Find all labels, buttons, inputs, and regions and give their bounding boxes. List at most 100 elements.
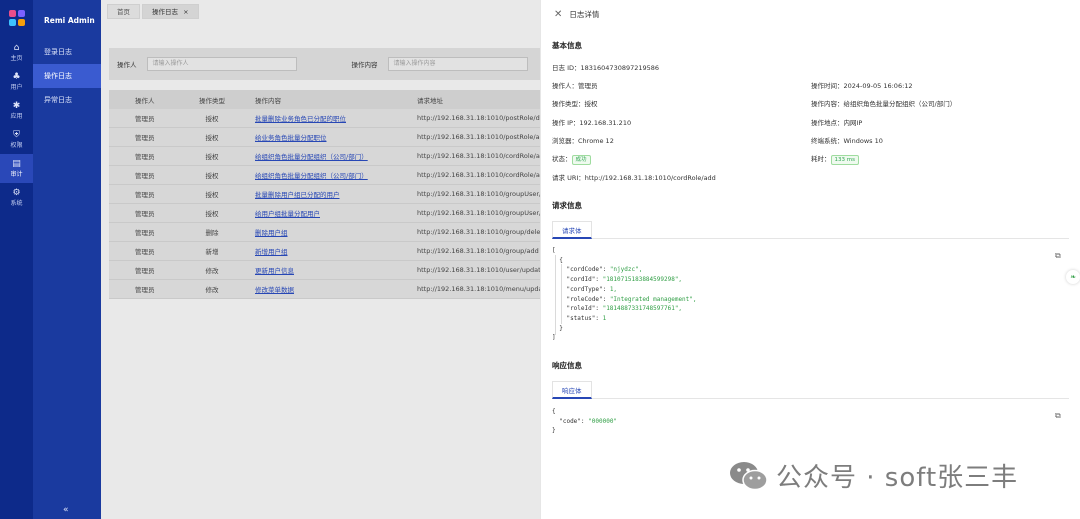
- content-link[interactable]: 修改菜单数据: [255, 286, 294, 294]
- close-icon[interactable]: ✕: [554, 9, 562, 20]
- cell-type: 授权: [205, 172, 219, 180]
- basic-info-title: 基本信息: [552, 41, 582, 50]
- collapse-menu-icon[interactable]: «: [63, 505, 69, 515]
- log-detail-drawer: ✕ 日志详情 基本信息 日志 ID：1831604730897219586 操作…: [540, 0, 1080, 519]
- json-value: "000000": [588, 417, 618, 425]
- cell-type: 修改: [205, 267, 219, 275]
- browser-field: 浏览器：Chrome 12: [552, 137, 614, 145]
- content-link[interactable]: 批量删除业务角色已分配的职位: [255, 115, 346, 123]
- status-field: 状态： 成功: [552, 153, 591, 165]
- shield-icon: ⛨: [13, 130, 20, 140]
- logo-tile: [8, 19, 16, 26]
- json-token: ]: [552, 334, 556, 342]
- cell-operator: 管理员: [135, 134, 155, 142]
- rail-item-system[interactable]: ⚙ 系统: [0, 183, 33, 212]
- cell-operator: 管理员: [135, 229, 155, 237]
- content-link[interactable]: 给组织角色批量分配组织（公司/部门）: [255, 153, 368, 161]
- header-content: 操作内容: [255, 96, 281, 105]
- sub-menu: Remi Admin 登录日志 操作日志 异常日志 «: [33, 0, 101, 519]
- content-link[interactable]: 给业务角色批量分配职位: [255, 134, 327, 142]
- rail-item-label: 应用: [10, 113, 23, 120]
- tab-request-body[interactable]: 请求体: [552, 221, 592, 239]
- watermark-text: 公众号 · soft张三丰: [776, 463, 1019, 493]
- content-link[interactable]: 批量删除用户组已分配的用户: [255, 191, 340, 199]
- audit-icon: ▤: [12, 159, 21, 169]
- content-link[interactable]: 更新用户信息: [255, 267, 294, 275]
- drawer-header: ✕ 日志详情: [541, 0, 1080, 28]
- cell-content: 批量删除用户组已分配的用户: [235, 189, 417, 199]
- logo-tile: [8, 10, 16, 17]
- rail-item-users[interactable]: ♣ 用户: [0, 67, 33, 96]
- cell-content: 给用户组批量分配用户: [235, 208, 417, 218]
- os-field: 终端系统：Windows 10: [811, 137, 883, 145]
- json-token: }: [552, 427, 556, 435]
- response-body-code: { "code": "000000" }: [552, 407, 617, 436]
- cell-content: 批量删除业务角色已分配的职位: [235, 113, 417, 123]
- cell-content: 给组织角色批量分配组织（公司/部门）: [235, 151, 417, 161]
- app-logo[interactable]: [8, 10, 25, 26]
- cell-type: 修改: [205, 286, 219, 294]
- float-leaf-icon[interactable]: ❧: [1066, 270, 1080, 284]
- content-input[interactable]: 请输入操作内容: [387, 57, 528, 71]
- cell-type: 授权: [205, 210, 219, 218]
- gear-icon: ⚙: [12, 188, 21, 198]
- op-location-field: 操作地点：内网IP: [811, 119, 863, 127]
- json-key: "cordId":: [566, 276, 603, 284]
- json-key: "status":: [566, 314, 603, 322]
- users-icon: ♣: [12, 72, 21, 82]
- rail-item-home[interactable]: ⌂ 主页: [0, 38, 33, 67]
- json-value: 1,: [609, 285, 618, 293]
- tab-operation-log[interactable]: 操作日志 ×: [142, 4, 199, 19]
- close-tab-icon[interactable]: ×: [183, 8, 188, 16]
- cell-operator: 管理员: [135, 191, 155, 199]
- cell-content: 修改菜单数据: [235, 284, 417, 294]
- tab-home[interactable]: 首页: [107, 4, 140, 19]
- divider: [552, 238, 1069, 239]
- submenu-item-exception-log[interactable]: 异常日志: [33, 88, 101, 112]
- rail-item-audit[interactable]: ▤ 审计: [0, 154, 33, 183]
- json-token: {: [559, 256, 563, 264]
- cell-operator: 管理员: [135, 248, 155, 256]
- submenu-item-login-log[interactable]: 登录日志: [33, 40, 101, 64]
- apps-icon: ✱: [12, 101, 21, 111]
- header-operator: 操作人: [135, 96, 155, 105]
- cell-operator: 管理员: [135, 172, 155, 180]
- status-label: 状态：: [552, 155, 572, 163]
- json-key: "cordType":: [566, 285, 610, 293]
- tab-label: 首页: [117, 8, 130, 16]
- request-info-title: 请求信息: [552, 201, 582, 210]
- cost-label: 耗时：: [811, 155, 831, 163]
- tab-response-body[interactable]: 响应体: [552, 381, 592, 399]
- op-type-field: 操作类型：授权: [552, 100, 598, 108]
- copy-icon[interactable]: ⧉: [1055, 251, 1061, 261]
- rail-item-label: 主页: [10, 55, 23, 62]
- json-value: 1: [602, 314, 607, 322]
- content-link[interactable]: 给组织角色批量分配组织（公司/部门）: [255, 172, 368, 180]
- content-link[interactable]: 给用户组批量分配用户: [255, 210, 320, 218]
- cell-content: 删除用户组: [235, 227, 417, 237]
- logo-tile: [17, 10, 25, 17]
- logo-tile: [17, 19, 25, 26]
- home-icon: ⌂: [13, 43, 20, 53]
- json-value: "njydzc",: [609, 266, 643, 274]
- submenu-item-operation-log[interactable]: 操作日志: [33, 64, 101, 88]
- json-token: }: [559, 324, 563, 332]
- rail-item-label: 权限: [10, 142, 23, 149]
- cell-content: 新增用户组: [235, 246, 417, 256]
- status-badge: 成功: [571, 155, 591, 165]
- header-type: 操作类型: [199, 96, 225, 105]
- rail-item-permissions[interactable]: ⛨ 权限: [0, 125, 33, 154]
- rail-item-label: 用户: [10, 84, 23, 91]
- content-link[interactable]: 新增用户组: [255, 248, 288, 256]
- log-id-field: 日志 ID：1831604730897219586: [552, 64, 660, 72]
- rail-item-label: 系统: [10, 200, 23, 207]
- copy-icon[interactable]: ⧉: [1055, 411, 1061, 421]
- operator-input[interactable]: 请输入操作人: [146, 57, 297, 71]
- cell-operator: 管理员: [135, 286, 155, 294]
- json-key: "roleId":: [566, 305, 603, 313]
- icon-rail: ⌂ 主页 ♣ 用户 ✱ 应用 ⛨ 权限 ▤ 审计 ⚙ 系统: [0, 0, 33, 519]
- content-link[interactable]: 删除用户组: [255, 229, 288, 237]
- cell-type: 授权: [205, 191, 219, 199]
- rail-item-apps[interactable]: ✱ 应用: [0, 96, 33, 125]
- cell-type: 授权: [205, 153, 219, 161]
